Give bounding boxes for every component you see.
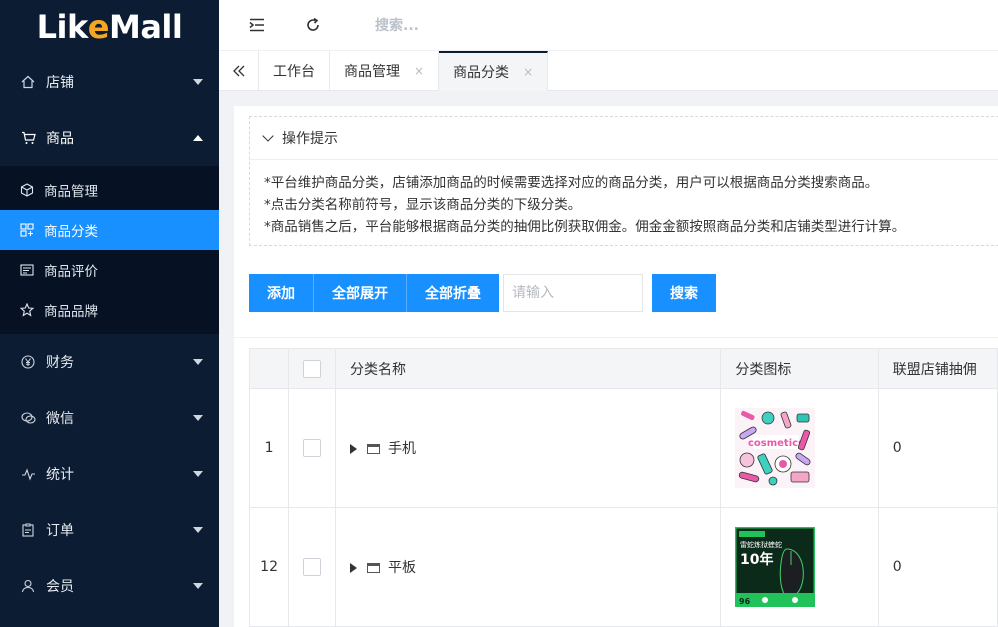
sidebar-item-wechat[interactable]: 微信	[0, 390, 219, 446]
cosmetics-thumbnail: cosmetics	[735, 408, 816, 488]
row-index: 1	[248, 388, 290, 508]
chevron-down-icon	[193, 583, 203, 589]
select-all-checkbox[interactable]	[303, 359, 322, 378]
expand-triangle-icon[interactable]	[349, 563, 357, 573]
tip-line: *商品销售之后，平台能够根据商品分类的抽佣比例获取佣金。佣金金额按照商品分类和店…	[264, 219, 906, 235]
row-checkbox[interactable]	[303, 439, 322, 457]
sidebar: Lik e Mall 店铺 商品 商品管理 商品分类 商品评价 商品品牌 财务 …	[0, 0, 219, 627]
table-row: 12 平板 雷蛇炼狱蝰蛇 10年 96 0	[248, 507, 998, 627]
expand-all-button[interactable]: 全部展开	[313, 274, 406, 312]
chevron-down-icon	[193, 415, 203, 421]
tab-goods-management[interactable]: 商品管理 ×	[330, 51, 440, 91]
chevron-down-icon	[193, 471, 203, 477]
header-select-all	[288, 348, 336, 389]
sidebar-item-goods-management[interactable]: 商品管理	[0, 170, 219, 210]
row-commission: 0	[877, 388, 998, 508]
thumb-caption: 雷蛇炼狱蝰蛇	[740, 540, 782, 549]
grid-icon	[20, 223, 34, 237]
menu-fold-icon[interactable]	[247, 15, 267, 35]
header-commission: 联盟店铺抽佣	[877, 348, 998, 389]
sidebar-item-statistics[interactable]: 统计	[0, 446, 219, 502]
row-category-name: 平板	[334, 507, 722, 627]
row-select	[288, 507, 336, 627]
mouse-thumbnail: 雷蛇炼狱蝰蛇 10年 96	[735, 527, 816, 607]
pulse-icon	[20, 466, 36, 482]
folder-icon	[366, 563, 380, 573]
main-content: 操作提示 *平台维护商品分类，店铺添加商品的时候需要选择对应的商品分类，用户可以…	[234, 106, 998, 627]
header-index	[248, 348, 290, 389]
tab-bar: 工作台 商品管理 × 商品分类 ×	[219, 51, 998, 91]
add-button[interactable]: 添加	[249, 274, 313, 312]
chevron-up-icon	[193, 135, 203, 141]
tabs-scroll-left-icon[interactable]	[219, 51, 259, 91]
close-icon[interactable]: ×	[523, 65, 533, 79]
folder-icon	[366, 444, 380, 454]
submenu-goods: 商品管理 商品分类 商品评价 商品品牌	[0, 166, 219, 334]
cart-icon	[20, 130, 36, 146]
operation-tips: 操作提示 *平台维护商品分类，店铺添加商品的时候需要选择对应的商品分类，用户可以…	[249, 116, 998, 246]
tips-header[interactable]: 操作提示	[250, 117, 998, 159]
tip-line: *平台维护商品分类，店铺添加商品的时候需要选择对应的商品分类，用户可以根据商品分…	[264, 175, 879, 191]
sidebar-item-members[interactable]: 会员	[0, 558, 219, 614]
row-index: 12	[248, 507, 290, 627]
svg-text:cosmetics: cosmetics	[748, 438, 804, 449]
tab-workbench[interactable]: 工作台	[259, 51, 330, 91]
thumb-badge: 96	[739, 597, 751, 606]
table-header-row: 分类名称 分类图标 联盟店铺抽佣	[248, 348, 998, 389]
sidebar-item-orders[interactable]: 订单	[0, 502, 219, 558]
table-row: 1 手机 cosmetics 0	[248, 388, 998, 508]
thumb-headline: 10年	[740, 551, 773, 568]
category-table: 分类名称 分类图标 联盟店铺抽佣 1 手机 cosmetics 0 12 平板 …	[248, 348, 998, 627]
sidebar-item-goods-review[interactable]: 商品评价	[0, 250, 219, 290]
header-category-icon: 分类图标	[720, 348, 879, 389]
sidebar-item-finance[interactable]: 财务	[0, 334, 219, 390]
user-icon	[20, 578, 36, 594]
row-checkbox[interactable]	[303, 558, 322, 576]
top-search-input[interactable]: 搜索...	[375, 15, 419, 35]
refresh-icon[interactable]	[303, 15, 323, 35]
tips-body: *平台维护商品分类，店铺添加商品的时候需要选择对应的商品分类，用户可以根据商品分…	[250, 159, 998, 238]
close-icon[interactable]: ×	[414, 64, 424, 78]
wechat-icon	[20, 410, 36, 426]
row-category-icon: 雷蛇炼狱蝰蛇 10年 96	[720, 507, 879, 627]
topbar: 搜索...	[219, 0, 998, 51]
comment-icon	[20, 263, 34, 277]
sidebar-item-goods-category[interactable]: 商品分类	[0, 210, 219, 250]
search-input[interactable]	[503, 274, 643, 312]
row-commission: 0	[877, 507, 998, 627]
row-category-name: 手机	[334, 388, 722, 508]
row-select	[288, 388, 336, 508]
chevron-down-icon	[193, 79, 203, 85]
home-icon	[20, 74, 36, 90]
collapse-all-button[interactable]: 全部折叠	[406, 274, 499, 312]
tip-line: *点击分类名称前符号，显示该商品分类的下级分类。	[264, 197, 582, 213]
toolbar: 添加 全部展开 全部折叠 搜索	[249, 274, 716, 312]
divider	[234, 337, 998, 338]
tab-goods-category[interactable]: 商品分类 ×	[439, 51, 549, 91]
expand-triangle-icon[interactable]	[349, 444, 357, 454]
chevron-down-icon	[193, 527, 203, 533]
search-button[interactable]: 搜索	[652, 274, 716, 312]
star-icon	[20, 303, 34, 317]
logo[interactable]: Lik e Mall	[0, 0, 219, 54]
sidebar-item-goods[interactable]: 商品	[0, 110, 219, 166]
chevron-down-icon	[193, 359, 203, 365]
sidebar-item-store[interactable]: 店铺	[0, 54, 219, 110]
cube-icon	[20, 183, 34, 197]
yen-icon	[20, 354, 36, 370]
chevron-down-icon	[262, 130, 274, 142]
sidebar-item-goods-brand[interactable]: 商品品牌	[0, 290, 219, 330]
clipboard-icon	[20, 522, 36, 538]
row-category-icon: cosmetics	[720, 388, 879, 508]
header-category-name: 分类名称	[334, 348, 722, 389]
